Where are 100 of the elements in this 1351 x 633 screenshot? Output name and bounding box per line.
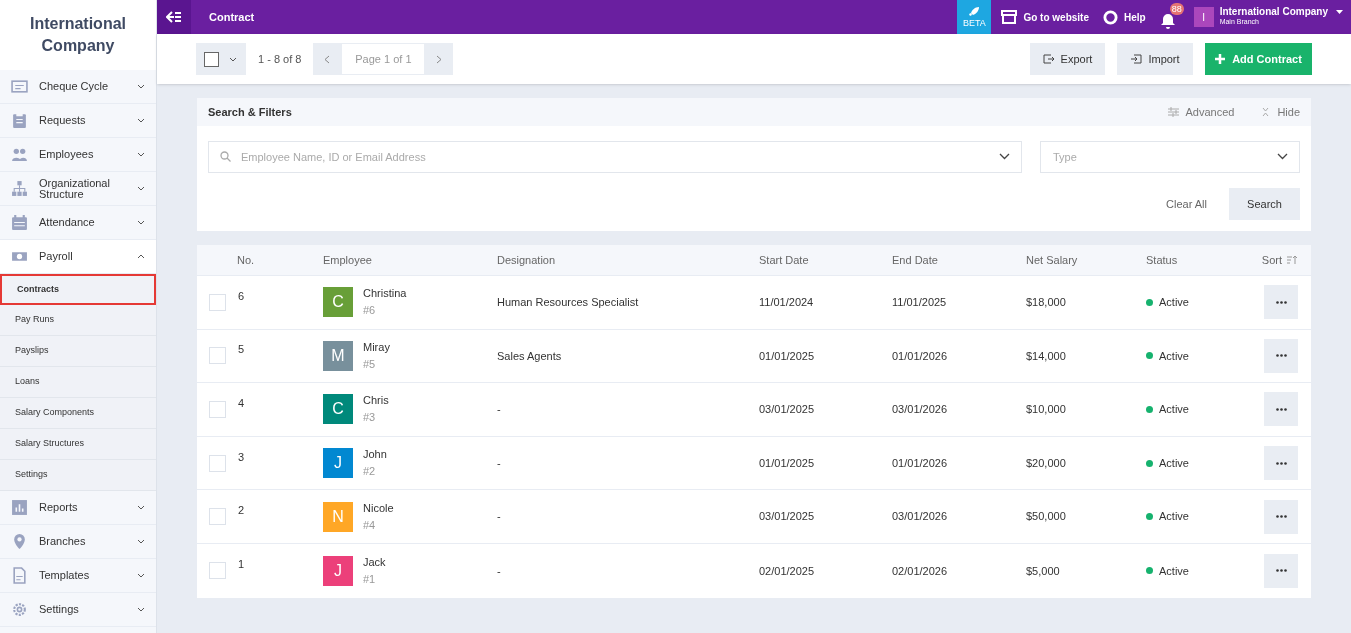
export-button[interactable]: Export: [1030, 43, 1105, 75]
plus-icon: [1215, 54, 1226, 64]
more-icon: [1275, 515, 1287, 519]
employee-id: #2: [363, 464, 377, 480]
submenu-item[interactable]: Contracts: [0, 274, 156, 305]
chevron-down-icon: [137, 505, 145, 510]
more-icon: [1275, 569, 1287, 573]
import-button[interactable]: Import: [1117, 43, 1193, 75]
more-options-button[interactable]: [1264, 392, 1298, 427]
help-link[interactable]: Help: [1102, 9, 1146, 25]
employee-name: Miray: [363, 339, 390, 355]
chevron-right-icon: [436, 54, 443, 64]
table-cell: 03/01/2026: [892, 403, 948, 416]
advanced-button[interactable]: Advanced: [1168, 103, 1235, 121]
chevron-down-icon: [137, 152, 145, 157]
column-header: No.: [237, 252, 255, 268]
notification-count: 88: [1169, 3, 1184, 15]
employee-id: #3: [363, 410, 377, 426]
storefront-icon: [1001, 10, 1018, 24]
submenu-item[interactable]: Pay Runs: [0, 305, 156, 336]
chevron-down-icon: [137, 220, 145, 225]
chevron-down-icon: [137, 186, 145, 191]
hide-button[interactable]: Hide: [1262, 103, 1300, 121]
table-cell-text: 3: [238, 449, 245, 465]
chevron-down-icon: [137, 573, 145, 578]
collapse-menu-button[interactable]: [157, 0, 191, 34]
chevron-down-icon: [137, 84, 145, 89]
more-icon: [1275, 300, 1287, 304]
table-cell-text: 4: [238, 396, 245, 411]
table-cell: 01/01/2025: [759, 456, 815, 469]
table-cell-text: 5: [238, 342, 245, 358]
status-label: Active: [1159, 509, 1189, 525]
import-icon: [1130, 54, 1143, 64]
table-cell: $10,000: [1026, 403, 1066, 416]
row-checkbox[interactable]: [209, 454, 226, 472]
submenu-item[interactable]: Salary Structures: [0, 429, 156, 460]
more-options-button[interactable]: [1264, 553, 1298, 588]
more-icon: [1275, 408, 1287, 411]
more-options-button[interactable]: [1264, 338, 1298, 373]
submenu-item[interactable]: Salary Components: [0, 398, 156, 429]
chevron-down-icon: [1277, 153, 1288, 160]
row-checkbox[interactable]: [209, 347, 226, 365]
rocket-icon: [968, 6, 981, 18]
column-header: End Date: [892, 252, 938, 268]
row-checkbox[interactable]: [209, 401, 226, 418]
column-header: Employee: [323, 252, 372, 268]
table-cell: $14,000: [1026, 349, 1066, 362]
chevron-left-icon: [324, 54, 331, 64]
bell-icon: [1159, 13, 1176, 29]
column-header: Start Date: [759, 252, 809, 268]
employee-search-field[interactable]: Employee Name, ID or Email Address: [208, 141, 1022, 173]
table-cell: $18,000: [1026, 296, 1066, 309]
chevron-down-icon: [137, 607, 145, 612]
table-cell: 02/01/2026: [892, 564, 948, 577]
cheque-icon: [11, 78, 28, 95]
more-options-button[interactable]: [1264, 499, 1298, 534]
chevron-down-icon: [137, 539, 145, 544]
more-options-button[interactable]: [1264, 446, 1298, 481]
row-checkbox[interactable]: [209, 562, 226, 580]
status-label: Active: [1159, 402, 1189, 418]
table-cell: -: [497, 510, 501, 523]
type-dropdown[interactable]: Type: [1040, 141, 1300, 173]
table-cell: -: [497, 403, 501, 416]
status-label: Active: [1159, 455, 1189, 471]
table-cell: 03/01/2025: [759, 403, 815, 416]
table-cell: 01/01/2026: [892, 349, 948, 362]
row-checkbox[interactable]: [209, 508, 226, 526]
search-button[interactable]: Search: [1229, 188, 1300, 220]
table-cell: 01/01/2025: [759, 349, 815, 362]
table-cell: -: [497, 564, 501, 577]
table-cell: $20,000: [1026, 456, 1066, 469]
table-cell: 02/01/2025: [759, 564, 815, 577]
website-link[interactable]: Go to website: [1001, 9, 1089, 25]
table-cell: 03/01/2026: [892, 510, 948, 523]
sidebar-item[interactable]: Payroll: [0, 240, 156, 274]
select-all-checkbox[interactable]: [204, 51, 219, 67]
sort-button[interactable]: Sort: [1261, 251, 1298, 269]
avatar: N: [323, 501, 353, 532]
calendar-icon: [11, 214, 28, 231]
clear-all-button[interactable]: Clear All: [1166, 195, 1207, 213]
submenu-item[interactable]: Loans: [0, 367, 156, 398]
avatar: J: [323, 448, 353, 479]
lifebuoy-icon: [1102, 9, 1118, 25]
employee-id: #4: [363, 517, 377, 533]
avatar: C: [323, 394, 353, 425]
table-cell-text: 2: [238, 503, 245, 519]
row-checkbox[interactable]: [209, 293, 226, 311]
sort-icon: [1286, 255, 1298, 265]
table-cell: $50,000: [1026, 510, 1066, 523]
more-options-button[interactable]: [1264, 285, 1298, 320]
people-icon: [11, 146, 28, 163]
hierarchy-icon: [11, 180, 28, 197]
submenu-item[interactable]: Payslips: [0, 336, 156, 367]
table-cell: 03/01/2025: [759, 510, 815, 523]
bulk-select-dropdown[interactable]: [196, 43, 246, 75]
caret-icon: [1336, 10, 1343, 14]
column-header: Designation: [497, 252, 556, 268]
status-label: Active: [1159, 348, 1189, 364]
table-cell-text: 1: [238, 557, 245, 573]
table-cell: Human Resources Specialist: [497, 296, 639, 309]
